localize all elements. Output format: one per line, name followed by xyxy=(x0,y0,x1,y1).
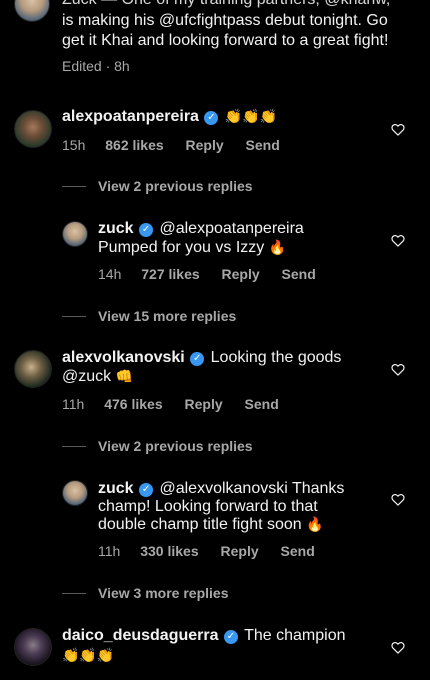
heart-outline-icon[interactable] xyxy=(391,493,405,506)
reply-text: champ! Looking forward to that xyxy=(98,498,318,515)
reply-button[interactable]: Reply xyxy=(186,137,224,153)
fist-emoji: 👊 xyxy=(115,369,134,385)
username[interactable]: alexpoatanpereira xyxy=(62,108,199,125)
likes-count[interactable]: 330 likes xyxy=(140,543,198,559)
reply-meta: 11h 330 likes Reply Send xyxy=(98,543,315,559)
view-more-replies-button[interactable]: View 3 more replies xyxy=(98,585,228,601)
reply-text: Pumped for you vs Izzy xyxy=(98,239,265,256)
comment-line: alexpoatanpereira ✓ 👏👏👏 xyxy=(62,108,277,126)
mention-link[interactable]: @zuck xyxy=(62,368,111,385)
verified-badge-icon: ✓ xyxy=(190,352,205,366)
replies-divider xyxy=(62,316,86,317)
comment-text-cut: Zuck — One of my training partners, @kha… xyxy=(62,0,390,9)
verified-badge-icon: ✓ xyxy=(139,483,154,497)
heart-outline-icon[interactable] xyxy=(391,234,405,247)
reply-text: @alexvolkanovski Thanks xyxy=(159,480,345,497)
comment-meta: 11h 476 likes Reply Send xyxy=(62,396,279,412)
comment-line: alexvolkanovski ✓ Looking the goods xyxy=(62,349,341,367)
verified-badge-icon: ✓ xyxy=(223,630,238,644)
timestamp: 15h xyxy=(62,137,86,153)
view-previous-replies-button[interactable]: View 2 previous replies xyxy=(98,438,253,454)
timestamp: 11h xyxy=(98,543,121,559)
reply-line: zuck ✓ @alexpoatanpereira xyxy=(98,220,304,238)
comment-text: is making his @ufcfightpass debut tonigh… xyxy=(62,12,388,29)
likes-count[interactable]: 727 likes xyxy=(141,266,199,282)
fire-emoji: 🔥 xyxy=(306,517,324,533)
avatar[interactable] xyxy=(14,350,52,388)
verified-badge-icon: ✓ xyxy=(204,111,219,125)
replies-divider xyxy=(62,446,86,447)
likes-count[interactable]: 862 likes xyxy=(105,137,163,153)
reply-button[interactable]: Reply xyxy=(222,266,260,282)
likes-count[interactable]: 476 likes xyxy=(104,396,162,412)
reply-line: zuck ✓ @alexvolkanovski Thanks xyxy=(98,480,344,498)
reply-meta: 14h 727 likes Reply Send xyxy=(98,266,316,282)
username[interactable]: zuck xyxy=(98,220,134,237)
send-button[interactable]: Send xyxy=(245,396,279,412)
heart-outline-icon[interactable] xyxy=(391,641,405,654)
replies-divider xyxy=(62,593,86,594)
comment-line: @zuck 👊 xyxy=(62,368,133,386)
timestamp: 14h xyxy=(98,266,122,282)
username[interactable]: alexvolkanovski xyxy=(62,349,185,366)
view-previous-replies-button[interactable]: View 2 previous replies xyxy=(98,178,253,194)
comment-text: Looking the goods xyxy=(210,349,342,366)
timestamp: 11h xyxy=(62,396,85,412)
reply-text: double champ title fight soon xyxy=(98,516,302,533)
verified-badge-icon: ✓ xyxy=(139,223,154,237)
clap-emoji: 👏👏👏 xyxy=(224,109,278,125)
reply-button[interactable]: Reply xyxy=(185,396,223,412)
avatar[interactable] xyxy=(62,221,88,247)
send-button[interactable]: Send xyxy=(282,266,316,282)
reply-line: double champ title fight soon 🔥 xyxy=(98,516,324,534)
heart-outline-icon[interactable] xyxy=(391,123,405,136)
mention-link[interactable]: @alexpoatanpereira xyxy=(159,220,303,237)
comment-line: daico_deusdaguerra ✓ The champion xyxy=(62,627,346,645)
reply-line: Pumped for you vs Izzy 🔥 xyxy=(98,239,286,257)
comment-text: The champion xyxy=(244,627,346,644)
username[interactable]: daico_deusdaguerra xyxy=(62,627,219,644)
avatar[interactable] xyxy=(14,628,52,666)
send-button[interactable]: Send xyxy=(281,543,315,559)
reply-button[interactable]: Reply xyxy=(221,543,259,559)
view-more-replies-button[interactable]: View 15 more replies xyxy=(98,308,236,324)
avatar[interactable] xyxy=(62,480,88,506)
comment-text: get it Khai and looking forward to a gre… xyxy=(62,32,389,49)
heart-outline-icon[interactable] xyxy=(391,363,405,376)
fire-emoji: 🔥 xyxy=(268,240,287,256)
replies-divider xyxy=(62,186,86,187)
clap-emoji: 👏👏👏 xyxy=(62,648,115,664)
avatar[interactable] xyxy=(14,0,50,22)
edited-label: Edited · 8h xyxy=(62,58,130,74)
send-button[interactable]: Send xyxy=(246,137,280,153)
avatar[interactable] xyxy=(14,110,52,148)
username[interactable]: zuck xyxy=(98,480,134,497)
comment-meta: 15h 862 likes Reply Send xyxy=(62,137,280,153)
